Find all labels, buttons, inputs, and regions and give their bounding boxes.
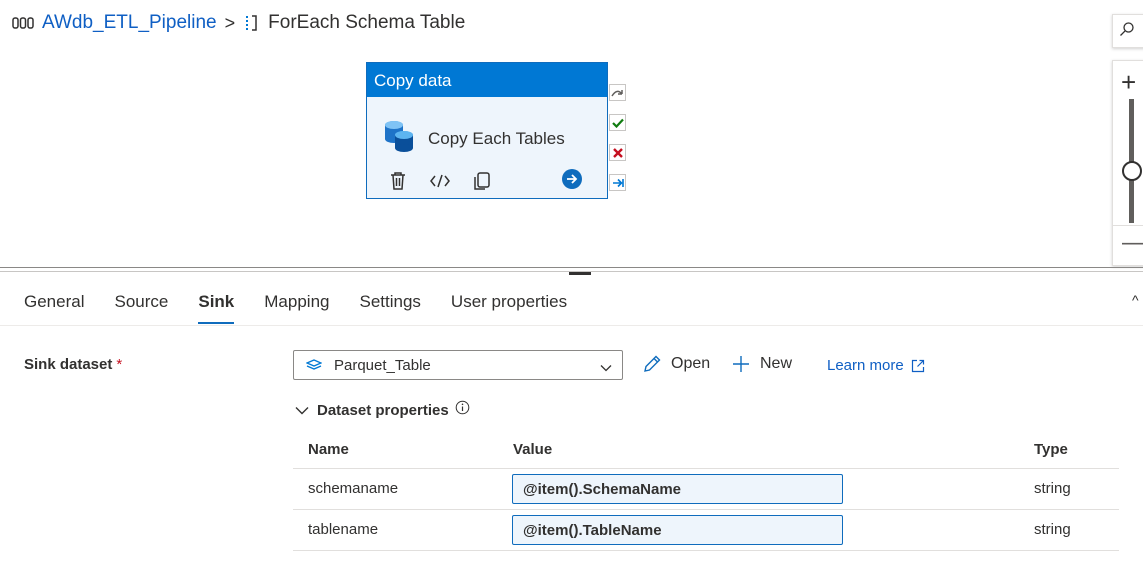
success-handle-icon[interactable] [609,114,626,131]
activity-name: Copy Each Tables [428,129,565,148]
tab-source[interactable]: Source [114,292,168,326]
sink-dataset-label: Sink dataset * [24,356,122,373]
column-header-name: Name [308,441,349,458]
code-icon[interactable] [429,170,451,192]
splitter-grip[interactable] [569,272,591,275]
tab-user-properties[interactable]: User properties [451,292,567,326]
learn-more-label: Learn more [827,357,904,374]
properties-tabs: General Source Sink Mapping Settings Use… [24,292,597,326]
copy-icon[interactable] [471,170,493,192]
dataset-properties-toggle[interactable]: Dataset properties [295,400,470,419]
table-row: tablename @item().TableName string [293,510,1119,551]
breadcrumb-current: ForEach Schema Table [268,12,466,33]
tab-sink[interactable]: Sink [198,292,234,326]
breadcrumb-pipeline-link[interactable]: AWdb_ETL_Pipeline [42,12,217,34]
foreach-icon [244,14,260,32]
completion-handle-icon[interactable] [609,174,626,191]
property-type: string [1034,480,1071,497]
zoom-panel: + — [1112,60,1143,266]
arrow-right-icon[interactable] [562,169,582,189]
property-name: tablename [308,521,379,538]
search-icon [1119,21,1135,42]
chevron-down-icon [295,406,309,415]
tabs-divider [0,325,1143,326]
zoom-in-icon[interactable]: + [1121,67,1136,98]
property-name: schemaname [308,480,399,497]
property-type: string [1034,521,1071,538]
open-dataset-button[interactable]: Open [642,354,710,374]
pipeline-icon [12,15,34,31]
new-dataset-button[interactable]: New [731,354,792,374]
tab-settings[interactable]: Settings [359,292,420,326]
column-header-type: Type [1034,441,1068,458]
edit-icon [642,354,662,374]
zoom-slider-thumb[interactable] [1122,161,1142,181]
delete-icon[interactable] [387,170,409,192]
canvas-search-button[interactable] [1112,14,1143,48]
activity-output-handles [609,84,627,204]
chevron-down-icon [600,359,612,376]
database-icon [383,119,415,158]
column-header-value: Value [513,441,553,458]
breadcrumb: AWdb_ETL_Pipeline > ForEach Schema Table [12,10,465,36]
zoom-out-icon[interactable]: — [1122,229,1143,257]
dataset-properties-title: Dataset properties [317,402,449,419]
parquet-dataset-icon [306,359,322,371]
skip-handle-icon[interactable] [609,84,626,101]
breadcrumb-separator: > [224,12,236,33]
property-value-input[interactable]: @item().TableName [512,515,843,545]
required-mark: * [116,356,123,373]
table-row: schemaname @item().SchemaName string [293,469,1119,510]
copy-data-activity[interactable]: Copy data Copy Each Tables [366,62,608,199]
chevron-up-icon[interactable]: ^ [1132,292,1139,308]
sink-dataset-value: Parquet_Table [334,356,431,374]
panel-splitter[interactable] [0,267,1143,268]
zoom-divider [1113,225,1143,226]
activity-type-label: Copy data [367,63,607,97]
plus-icon [731,354,751,374]
new-label: New [760,355,793,372]
open-label: Open [671,355,711,372]
tab-mapping[interactable]: Mapping [264,292,329,326]
failure-handle-icon[interactable] [609,144,626,161]
learn-more-link[interactable]: Learn more [827,357,925,374]
property-value-input[interactable]: @item().SchemaName [512,474,843,504]
external-link-icon [911,359,925,373]
sink-dataset-label-text: Sink dataset [24,356,113,373]
dataset-properties-table: Name Value Type schemaname @item().Schem… [293,430,1119,551]
info-icon[interactable] [455,400,470,415]
tab-general[interactable]: General [24,292,84,326]
sink-dataset-select[interactable]: Parquet_Table [293,350,623,380]
table-header: Name Value Type [293,430,1119,469]
